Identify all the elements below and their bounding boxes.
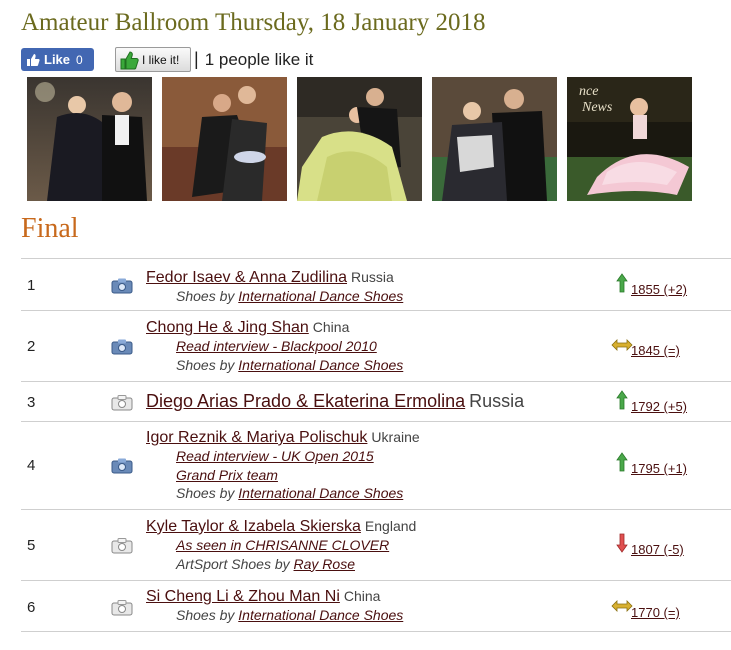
country: China xyxy=(343,588,381,604)
shoes-link[interactable]: Ray Rose xyxy=(294,556,355,572)
i-like-it-button[interactable]: I like it! xyxy=(115,47,191,72)
shoes-link[interactable]: International Dance Shoes xyxy=(238,607,403,623)
rank: 3 xyxy=(27,394,36,411)
shoes-prefix: Shoes by xyxy=(176,485,239,501)
svg-text:News: News xyxy=(581,100,613,115)
result-row: 5 Kyle Taylor & Izabela Skierska England … xyxy=(21,509,731,580)
results-list: 1 Fedor Isaev & Anna Zudilina Russia Shoe… xyxy=(21,258,731,632)
country: Russia xyxy=(351,269,394,285)
rating-link[interactable]: 1845 (=) xyxy=(631,343,680,358)
couple-link[interactable]: Si Cheng Li & Zhou Man Ni xyxy=(146,588,340,605)
result-info: Igor Reznik & Mariya Polischuk Ukraine Re… xyxy=(146,429,420,503)
i-like-it-label: I like it! xyxy=(142,52,180,67)
arrow-same-icon xyxy=(611,339,633,351)
couple-link[interactable]: Kyle Taylor & Izabela Skierska xyxy=(146,518,361,535)
green-thumbs-up-icon xyxy=(120,50,139,69)
photo-1[interactable] xyxy=(27,77,152,201)
rating-link[interactable]: 1795 (+1) xyxy=(631,461,687,476)
camera-icon[interactable] xyxy=(111,538,133,554)
arrow-same-icon xyxy=(611,600,633,612)
result-info: Kyle Taylor & Izabela Skierska England As… xyxy=(146,518,416,573)
rating-link[interactable]: 1855 (+2) xyxy=(631,282,687,297)
result-row: 3 Diego Arias Prado & Ekaterina Ermolina… xyxy=(21,381,731,421)
shoes-prefix: Shoes by xyxy=(176,288,239,304)
photo-strip: nce News xyxy=(0,77,731,201)
separator: | xyxy=(194,49,199,69)
fb-like-label: Like xyxy=(44,52,71,67)
result-row: 2 Chong He & Jing Shan China Read intervi… xyxy=(21,310,731,381)
team-link[interactable]: Grand Prix team xyxy=(176,467,278,483)
camera-icon[interactable] xyxy=(111,278,133,294)
photo-2[interactable] xyxy=(162,77,287,201)
arrow-up-icon xyxy=(616,452,628,472)
thumbs-up-icon xyxy=(27,53,40,66)
rating-link[interactable]: 1807 (-5) xyxy=(631,542,684,557)
result-info: Diego Arias Prado & Ekaterina Ermolina Ru… xyxy=(146,391,524,412)
fb-like-count: 0 xyxy=(76,52,83,67)
camera-icon[interactable] xyxy=(111,600,133,616)
arrow-up-icon xyxy=(616,273,628,293)
page-title: Amateur Ballroom Thursday, 18 January 20… xyxy=(21,9,486,36)
interview-link[interactable]: Read interview - Blackpool 2010 xyxy=(176,338,377,354)
result-info: Chong He & Jing Shan China Read interview… xyxy=(146,319,403,374)
result-info: Fedor Isaev & Anna Zudilina Russia Shoes … xyxy=(146,269,403,306)
interview-link[interactable]: Read interview - UK Open 2015 xyxy=(176,448,374,464)
photo-5[interactable]: nce News xyxy=(567,77,692,201)
photo-4[interactable] xyxy=(432,77,557,201)
likes-count-text: 1 people like it xyxy=(204,49,314,69)
result-row: 4 Igor Reznik & Mariya Polischuk Ukraine … xyxy=(21,421,731,509)
couple-link[interactable]: Diego Arias Prado & Ekaterina Ermolina xyxy=(146,391,465,411)
rank: 1 xyxy=(27,277,36,294)
photo-3[interactable] xyxy=(297,77,422,201)
shoes-prefix: ArtSport Shoes by xyxy=(176,555,294,572)
couple-link[interactable]: Igor Reznik & Mariya Polischuk xyxy=(146,429,367,446)
camera-icon[interactable] xyxy=(111,458,133,474)
rank: 2 xyxy=(27,338,36,355)
camera-icon[interactable] xyxy=(111,395,133,411)
rank: 4 xyxy=(27,457,36,474)
rating-link[interactable]: 1770 (=) xyxy=(631,605,680,620)
facebook-like-button[interactable]: Like 0 xyxy=(21,48,94,71)
feature-link[interactable]: As seen in CHRISANNE CLOVER xyxy=(176,537,389,553)
rank: 6 xyxy=(27,599,36,616)
shoes-prefix: Shoes by xyxy=(176,356,239,373)
final-heading: Final xyxy=(21,213,79,244)
like-bar: Like 0 I like it! | 1 people like it xyxy=(21,47,313,72)
shoes-prefix: Shoes by xyxy=(176,607,239,623)
couple-link[interactable]: Fedor Isaev & Anna Zudilina xyxy=(146,269,347,286)
country: Russia xyxy=(469,391,525,411)
result-row: 6 Si Cheng Li & Zhou Man Ni China Shoes b… xyxy=(21,580,731,632)
rank: 5 xyxy=(27,537,36,554)
arrow-down-icon xyxy=(616,533,628,553)
svg-text:nce: nce xyxy=(579,84,598,99)
result-info: Si Cheng Li & Zhou Man Ni China Shoes by … xyxy=(146,588,403,625)
camera-icon[interactable] xyxy=(111,339,133,355)
rating-link[interactable]: 1792 (+5) xyxy=(631,399,687,414)
country: China xyxy=(312,319,350,335)
country: England xyxy=(364,518,417,534)
couple-link[interactable]: Chong He & Jing Shan xyxy=(146,319,309,336)
shoes-link[interactable]: International Dance Shoes xyxy=(238,485,403,501)
arrow-up-icon xyxy=(616,390,628,410)
shoes-link[interactable]: International Dance Shoes xyxy=(238,357,403,373)
result-row: 1 Fedor Isaev & Anna Zudilina Russia Shoe… xyxy=(21,258,731,310)
country: Ukraine xyxy=(371,429,420,445)
shoes-link[interactable]: International Dance Shoes xyxy=(238,288,403,304)
